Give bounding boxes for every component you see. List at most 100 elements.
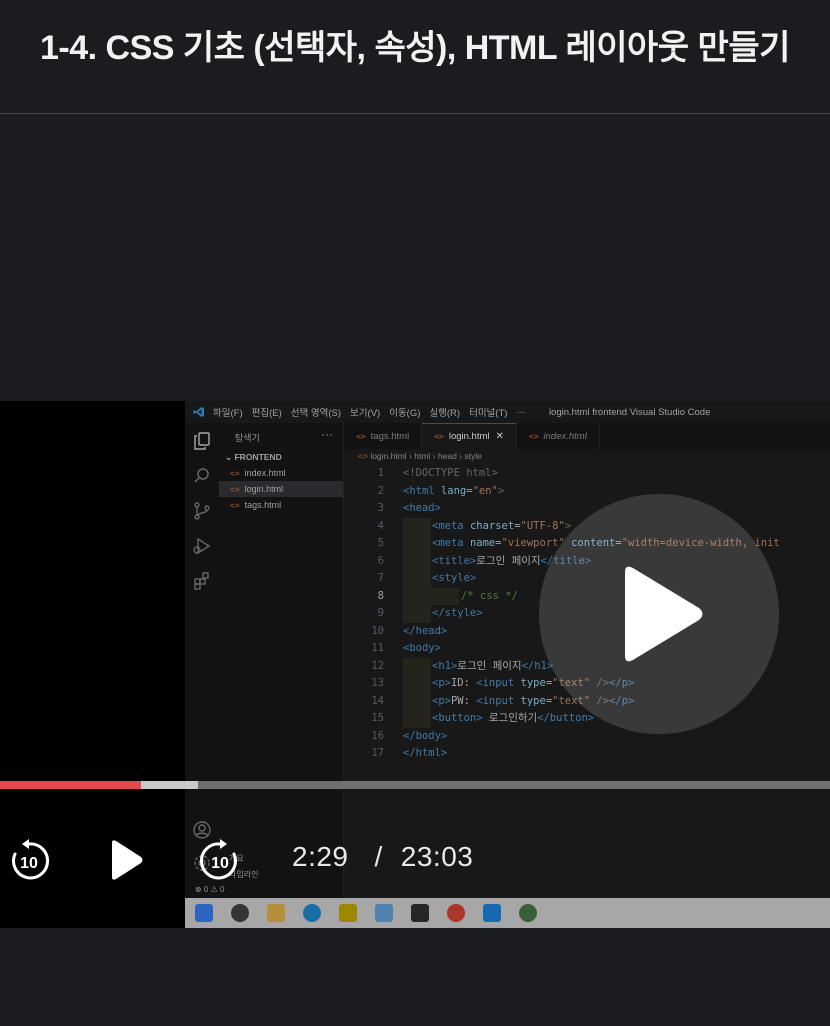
vscode-taskbar-icon[interactable] [483,904,501,922]
app-icon[interactable] [339,904,357,922]
code-token: > [497,484,505,497]
forward-10-icon[interactable]: 10 [197,838,243,884]
forward-label: 10 [211,855,229,872]
explorer-more-button[interactable]: ··· [321,427,333,441]
code-token: lang [440,484,467,497]
progress-fill [0,781,142,789]
html-file-icon: <> [230,500,240,510]
file-label: index.html [244,468,286,478]
window-title: login.html frontend Visual Studio Code [548,406,711,418]
html-file-icon: <> [230,468,240,478]
breadcrumb-item[interactable]: style [464,451,481,461]
explorer-header: 탐색기 [235,433,260,443]
breadcrumb-item[interactable]: head [438,451,457,461]
code-token: <title> [432,554,477,567]
line-number: 13 [371,677,384,689]
problems-status[interactable]: ⊗ 0 ⚠ 0 [195,885,224,894]
current-time: 2:29 [292,841,349,872]
file-label: tags.html [244,500,282,510]
code-token: 로그인 페이지 [476,554,541,567]
code-token: 로그인하기 [482,712,538,724]
progress-bar[interactable] [0,781,830,789]
file-item-tags[interactable]: <> tags.html [219,497,343,513]
line-number: 2 [377,484,384,497]
breadcrumb-item[interactable]: login.html [370,451,406,461]
account-icon[interactable] [192,820,212,840]
folder-icon[interactable] [267,904,285,922]
code-text: </html> [403,747,448,759]
menu-edit[interactable]: 편집(E) [252,405,282,419]
app-icon[interactable] [375,904,393,922]
menu-file[interactable]: 파일(F) [213,405,243,419]
menu-selection[interactable]: 선택 영역(S) [291,405,341,419]
app-icon[interactable] [411,904,429,922]
code-token: PW: [450,694,477,707]
line-number: 14 [371,694,384,707]
line-number: 6 [377,554,384,567]
breadcrumb: <> login.html › html › head › style [358,451,482,461]
code-token: charset [469,519,515,532]
code-line: 15 <button> 로그인하기</button> [344,710,830,728]
tab-label: index.html [543,430,587,442]
folder-frontend[interactable]: ⌄ FRONTEND [225,452,282,463]
lecture-title: 1-4. CSS 기초 (선택자, 속성), HTML 레이아웃 만들기 [40,29,790,67]
html-file-icon: <> [356,431,366,441]
menu-more[interactable]: ··· [516,407,526,418]
tab-label: login.html [448,431,490,442]
big-play-icon[interactable] [539,494,779,734]
code-token: </button> [537,712,595,724]
tab-tags[interactable]: <> tags.html [344,423,423,449]
line-number: 12 [371,659,384,672]
html-file-icon: <> [358,451,368,461]
code-line: 2 <html lang="en"> [344,483,830,501]
code-token: ID: [450,677,477,689]
vscode-logo-icon [185,401,213,423]
code-text: <!DOCTYPE html> [403,467,498,479]
file-item-login[interactable]: <> login.html [219,481,343,497]
menu-view[interactable]: 보기(V) [350,405,380,419]
code-token: name [469,537,496,549]
play-icon[interactable] [106,838,146,882]
line-number: 5 [377,537,384,549]
line-number: 9 [377,607,384,619]
rewind-label: 10 [20,855,38,872]
search-icon[interactable] [192,466,212,486]
rewind-10-icon[interactable]: 10 [6,838,52,884]
explorer-icon[interactable] [192,431,212,451]
windows-start-icon[interactable] [195,904,213,922]
run-debug-icon[interactable] [192,536,212,556]
file-item-index[interactable]: <> index.html [219,465,343,481]
code-token: <p> [432,694,451,707]
source-control-icon[interactable] [192,501,212,521]
code-token: <meta [432,537,470,549]
chrome-icon[interactable] [447,904,465,922]
code-token: <input [476,694,521,707]
menu-run[interactable]: 실행(R) [429,405,460,419]
vscode-menubar: 파일(F) 편집(E) 선택 영역(S) 보기(V) 이동(G) 실행(R) 터… [185,401,830,423]
html-file-icon: <> [230,484,240,494]
close-icon[interactable]: ✕ [496,431,504,442]
app-icon[interactable] [231,904,249,922]
line-number: 8 [377,589,384,602]
app-icon[interactable] [519,904,537,922]
menu-terminal[interactable]: 터미널(T) [469,405,507,419]
file-label: login.html [244,484,284,494]
menu-go[interactable]: 이동(G) [389,405,420,419]
code-token: <input [476,677,521,689]
code-text: </style> [432,607,483,619]
video-player[interactable]: 파일(F) 편집(E) 선택 영역(S) 보기(V) 이동(G) 실행(R) 터… [0,401,830,928]
editor-tabs: <> tags.html <> login.html ✕ <> index.html [344,423,830,449]
extensions-icon[interactable] [192,571,212,591]
code-text: /* css */ [461,589,518,602]
tab-login[interactable]: <> login.html ✕ [422,423,517,449]
line-number: 7 [377,572,384,584]
edge-icon[interactable] [303,904,321,922]
code-token: 로그인 페이지 [457,659,522,672]
folder-label: FRONTEND [234,452,282,462]
breadcrumb-item[interactable]: html [414,451,430,461]
html-file-icon: <> [434,432,444,441]
line-number: 3 [377,502,384,514]
tab-index[interactable]: <> index.html [517,423,600,449]
code-token: type [520,677,546,689]
code-line: 17 </html> [344,745,830,763]
